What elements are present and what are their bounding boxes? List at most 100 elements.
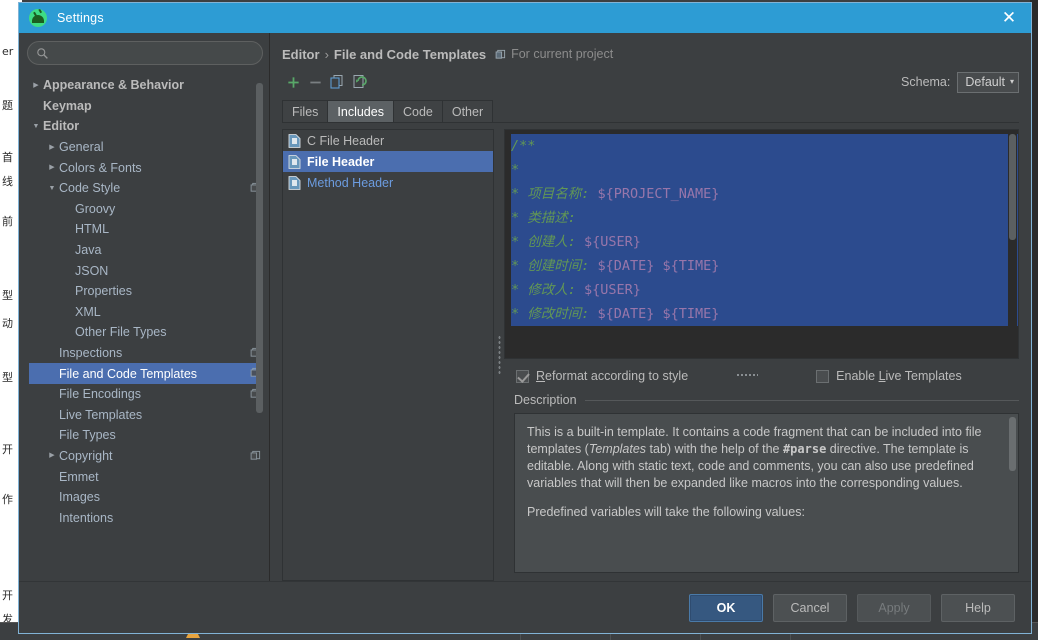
code-comment: * 修改人: bbox=[511, 282, 585, 298]
panel-splitter[interactable] bbox=[494, 129, 504, 581]
sidebar-item-live-templates[interactable]: Live Templates bbox=[29, 405, 263, 426]
template-list[interactable]: C File Header File Header Method Header bbox=[282, 129, 494, 581]
chevron-right-icon[interactable]: ▶ bbox=[45, 452, 59, 459]
sidebar-item-groovy[interactable]: Groovy bbox=[29, 199, 263, 220]
template-variable: ${PROJECT_NAME} bbox=[597, 186, 720, 202]
tab-includes[interactable]: Includes bbox=[327, 100, 394, 122]
chevron-down-icon: ▾ bbox=[1009, 77, 1014, 86]
chevron-right-icon[interactable]: ▶ bbox=[45, 144, 59, 151]
sidebar-item-label: Java bbox=[75, 243, 102, 258]
template-variable: ${DATE} ${TIME} bbox=[597, 306, 720, 322]
sidebar-item-images[interactable]: Images bbox=[29, 487, 263, 508]
sidebar-item-file-and-code-templates[interactable]: File and Code Templates bbox=[29, 363, 263, 384]
description-paragraph-1: This is a built-in template. It contains… bbox=[527, 425, 982, 490]
template-variable: ${USER} bbox=[584, 282, 641, 298]
sidebar-item-label: File Encodings bbox=[59, 387, 141, 402]
sidebar-item-label: File and Code Templates bbox=[59, 366, 198, 381]
tab-files[interactable]: Files bbox=[282, 100, 329, 122]
sidebar-item-appearance-behavior[interactable]: ▶ Appearance & Behavior bbox=[29, 75, 263, 96]
sidebar-item-label: XML bbox=[75, 304, 101, 319]
code-line: * 项目名称: ${PROJECT_NAME} bbox=[511, 182, 1018, 206]
template-variable: ${DATE} ${TIME} bbox=[597, 258, 720, 274]
sidebar-item-file-types[interactable]: File Types bbox=[29, 425, 263, 446]
tab-other[interactable]: Other bbox=[441, 100, 494, 122]
resize-grip-icon[interactable] bbox=[736, 373, 759, 378]
template-category-tabs: Files Includes Code Other bbox=[282, 98, 1019, 122]
list-item[interactable]: File Header bbox=[283, 151, 493, 172]
sidebar-item-other-file-types[interactable]: Other File Types bbox=[29, 322, 263, 343]
reformat-checkbox-label: Reformat according to style bbox=[536, 369, 689, 383]
sidebar-item-intentions[interactable]: Intentions bbox=[29, 507, 263, 528]
sidebar-item-label: Appearance & Behavior bbox=[43, 78, 185, 93]
code-comment: /** bbox=[511, 138, 536, 154]
sidebar-item-xml[interactable]: XML bbox=[29, 302, 263, 323]
close-icon[interactable]: ✕ bbox=[987, 3, 1031, 33]
sidebar-item-html[interactable]: HTML bbox=[29, 219, 263, 240]
sidebar-item-label: Code Style bbox=[59, 181, 121, 196]
code-comment: * 项目名称: bbox=[511, 186, 598, 202]
sidebar-item-java[interactable]: Java bbox=[29, 240, 263, 261]
search-input[interactable] bbox=[54, 46, 254, 60]
sidebar-item-editor[interactable]: ▼ Editor bbox=[29, 116, 263, 137]
sidebar-item-code-style[interactable]: ▼ Code Style bbox=[29, 178, 263, 199]
sidebar-item-inspections[interactable]: Inspections bbox=[29, 343, 263, 364]
live-templates-checkbox[interactable]: Enable Live Templates bbox=[816, 369, 962, 383]
project-scope-icon bbox=[495, 49, 506, 59]
remove-icon[interactable] bbox=[304, 71, 326, 93]
sidebar-item-general[interactable]: ▶ General bbox=[29, 137, 263, 158]
help-button[interactable]: Help bbox=[941, 593, 1015, 622]
list-item[interactable]: Method Header bbox=[283, 172, 493, 193]
sidebar-item-file-encodings[interactable]: File Encodings bbox=[29, 384, 263, 405]
copy-template-icon[interactable] bbox=[326, 71, 348, 93]
sidebar-item-label: Colors & Fonts bbox=[59, 160, 142, 175]
live-templates-checkbox-label: Enable Live Templates bbox=[836, 369, 962, 383]
sidebar-scrollbar[interactable] bbox=[256, 75, 263, 581]
description-scrollbar-thumb[interactable] bbox=[1009, 417, 1016, 471]
editor-scrollbar-thumb[interactable] bbox=[1009, 134, 1016, 240]
sidebar-item-copyright[interactable]: ▶ Copyright bbox=[29, 446, 263, 467]
sidebar-item-properties[interactable]: Properties bbox=[29, 281, 263, 302]
sidebar-item-label: HTML bbox=[75, 222, 110, 237]
sidebar-item-colors-fonts[interactable]: ▶ Colors & Fonts bbox=[29, 157, 263, 178]
sidebar-item-label: Copyright bbox=[59, 448, 113, 463]
breadcrumb-root[interactable]: Editor bbox=[282, 47, 320, 62]
sidebar-item-keymap[interactable]: Keymap bbox=[29, 96, 263, 117]
sidebar-scrollbar-thumb[interactable] bbox=[256, 83, 263, 413]
ok-button[interactable]: OK bbox=[689, 593, 763, 622]
chevron-down-icon[interactable]: ▼ bbox=[45, 185, 59, 192]
sidebar-item-label: Inspections bbox=[59, 346, 123, 361]
chevron-right-icon[interactable]: ▶ bbox=[29, 82, 43, 89]
cancel-button[interactable]: Cancel bbox=[773, 593, 847, 622]
sidebar-item-label: Other File Types bbox=[75, 325, 167, 340]
description-header: Description bbox=[514, 391, 1019, 409]
schema-value: Default bbox=[965, 75, 1005, 89]
settings-tree: ▶ Appearance & Behavior Keymap ▼ Editor ▶ Gene… bbox=[29, 75, 263, 581]
apply-button[interactable]: Apply bbox=[857, 593, 931, 622]
description-group: Description This is a built-in template.… bbox=[504, 391, 1019, 581]
template-code-text[interactable]: /** * * 项目名称: ${PROJECT_NAME} * 类描述: * 创建人: … bbox=[505, 130, 1018, 358]
description-text: This is a built-in template. It contains… bbox=[514, 413, 1019, 573]
sidebar-item-emmet[interactable]: Emmet bbox=[29, 466, 263, 487]
add-icon[interactable] bbox=[282, 71, 304, 93]
tab-code[interactable]: Code bbox=[392, 100, 443, 122]
live-templates-checkbox-box[interactable] bbox=[816, 369, 830, 383]
file-template-icon bbox=[288, 154, 301, 169]
templates-toolbar: Schema: Default ▾ bbox=[282, 69, 1019, 95]
reformat-checkbox-box[interactable] bbox=[516, 369, 529, 383]
dialog-footer: OK Cancel Apply Help bbox=[19, 581, 1031, 633]
chevron-right-icon[interactable]: ▶ bbox=[45, 164, 59, 171]
sidebar-item-json[interactable]: JSON bbox=[29, 260, 263, 281]
sidebar-item-label: Images bbox=[59, 490, 100, 505]
search-box[interactable] bbox=[27, 41, 263, 65]
editor-scrollbar[interactable] bbox=[1008, 131, 1017, 357]
schema-dropdown[interactable]: Default ▾ bbox=[957, 71, 1019, 93]
search-icon bbox=[37, 47, 48, 59]
schema-label: Schema: bbox=[901, 75, 951, 89]
reformat-checkbox[interactable]: Reformat according to style bbox=[516, 369, 688, 383]
list-item[interactable]: C File Header bbox=[283, 130, 493, 151]
settings-sidebar: ▶ Appearance & Behavior Keymap ▼ Editor ▶ Gene… bbox=[19, 33, 269, 581]
reset-template-icon[interactable] bbox=[348, 71, 370, 93]
description-scrollbar[interactable] bbox=[1008, 415, 1017, 571]
template-code-editor[interactable]: /** * * 项目名称: ${PROJECT_NAME} * 类描述: * 创建人: … bbox=[504, 129, 1019, 359]
chevron-down-icon[interactable]: ▼ bbox=[29, 123, 43, 130]
